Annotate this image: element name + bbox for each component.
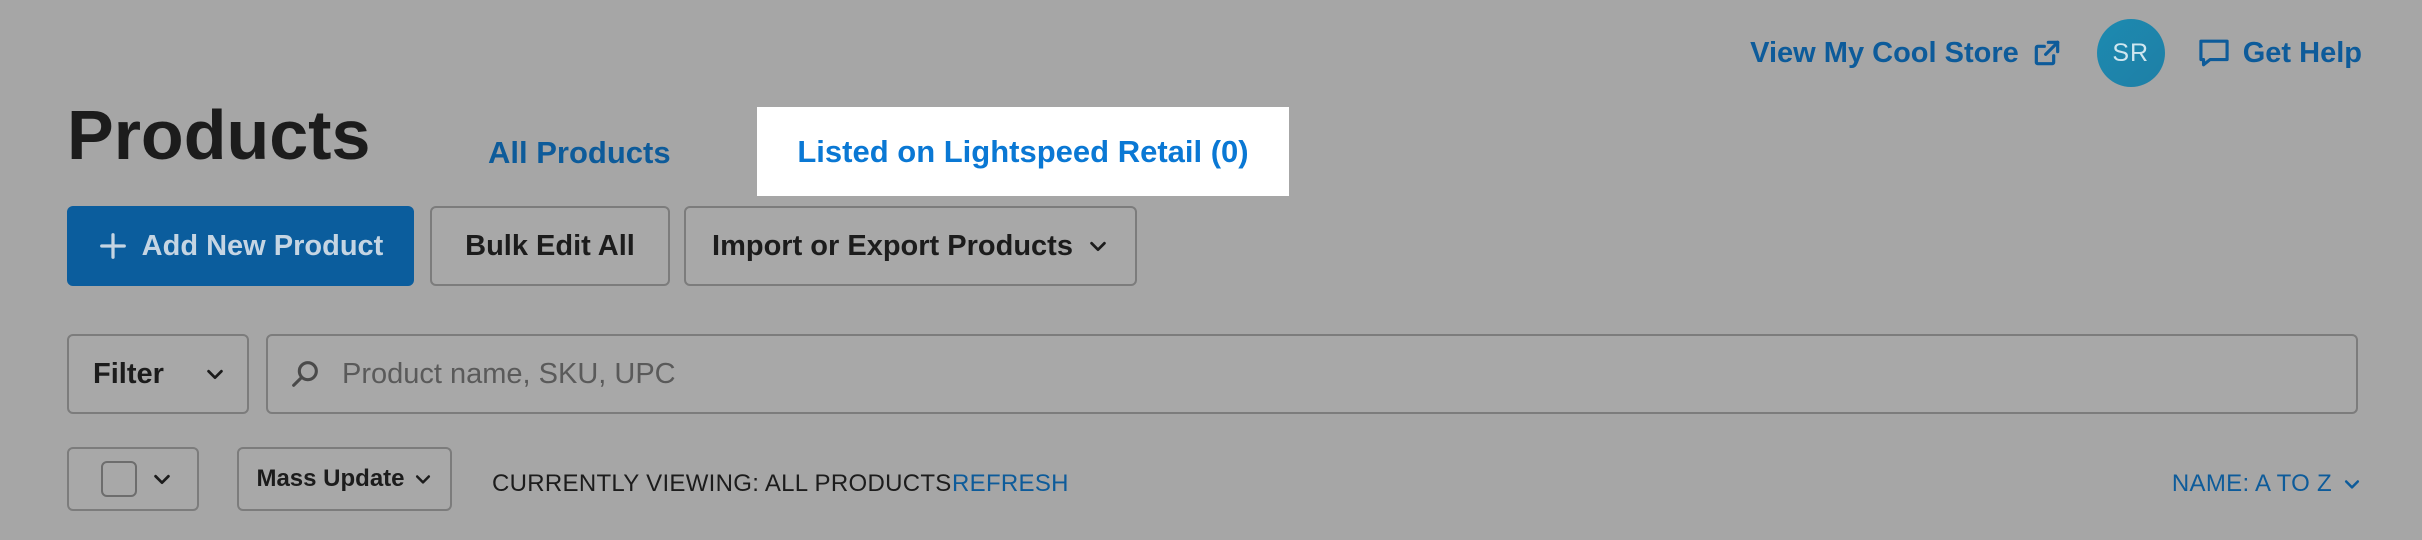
sort-dropdown[interactable]: NAME: A TO Z	[2172, 470, 2362, 498]
view-store-label: View My Cool Store	[1750, 36, 2019, 69]
currently-viewing-text: CURRENTLY VIEWING: ALL PRODUCTS	[492, 470, 952, 497]
select-all-checkbox[interactable]	[101, 461, 137, 497]
add-new-product-button[interactable]: Add New Product	[67, 206, 414, 286]
select-all-dropdown[interactable]	[67, 447, 199, 511]
chevron-down-icon	[413, 469, 433, 489]
chevron-down-icon	[2342, 474, 2362, 494]
page-title: Products	[67, 96, 371, 174]
search-input[interactable]	[340, 356, 2240, 392]
get-help-label: Get Help	[2242, 36, 2362, 69]
tab-all-products[interactable]: All Products	[488, 135, 671, 171]
tab-listed-lightspeed-retail[interactable]: Listed on Lightspeed Retail (0)	[757, 107, 1289, 196]
view-store-link[interactable]: View My Cool Store	[1750, 37, 2063, 70]
bulk-edit-all-button[interactable]: Bulk Edit All	[430, 206, 670, 286]
mass-update-dropdown[interactable]: Mass Update	[237, 447, 452, 511]
plus-icon	[98, 231, 128, 261]
chevron-down-icon	[1087, 235, 1109, 257]
refresh-link[interactable]: REFRESH	[952, 470, 1069, 498]
chat-bubble-icon	[2197, 37, 2231, 69]
filter-label: Filter	[93, 357, 164, 390]
avatar[interactable]: SR	[2096, 19, 2165, 87]
search-box	[266, 334, 2358, 414]
bulk-edit-label: Bulk Edit All	[465, 229, 635, 262]
add-new-product-label: Add New Product	[141, 229, 384, 262]
import-export-products-button[interactable]: Import or Export Products	[684, 206, 1137, 286]
sort-label: NAME: A TO Z	[2171, 470, 2332, 497]
products-page: View My Cool Store SR Get Help Products …	[0, 0, 2422, 540]
chevron-down-icon	[204, 363, 226, 385]
tab-listed-label: Listed on Lightspeed Retail (0)	[797, 133, 1249, 169]
filter-dropdown[interactable]: Filter	[67, 334, 249, 414]
mass-update-label: Mass Update	[256, 465, 405, 492]
avatar-initials: SR	[2112, 38, 2150, 67]
external-link-icon	[2031, 37, 2063, 69]
search-icon	[288, 357, 322, 391]
chevron-down-icon	[151, 468, 173, 490]
top-nav: View My Cool Store SR Get Help	[1750, 19, 2362, 87]
get-help-link[interactable]: Get Help	[2197, 37, 2362, 70]
import-export-label: Import or Export Products	[712, 229, 1073, 262]
